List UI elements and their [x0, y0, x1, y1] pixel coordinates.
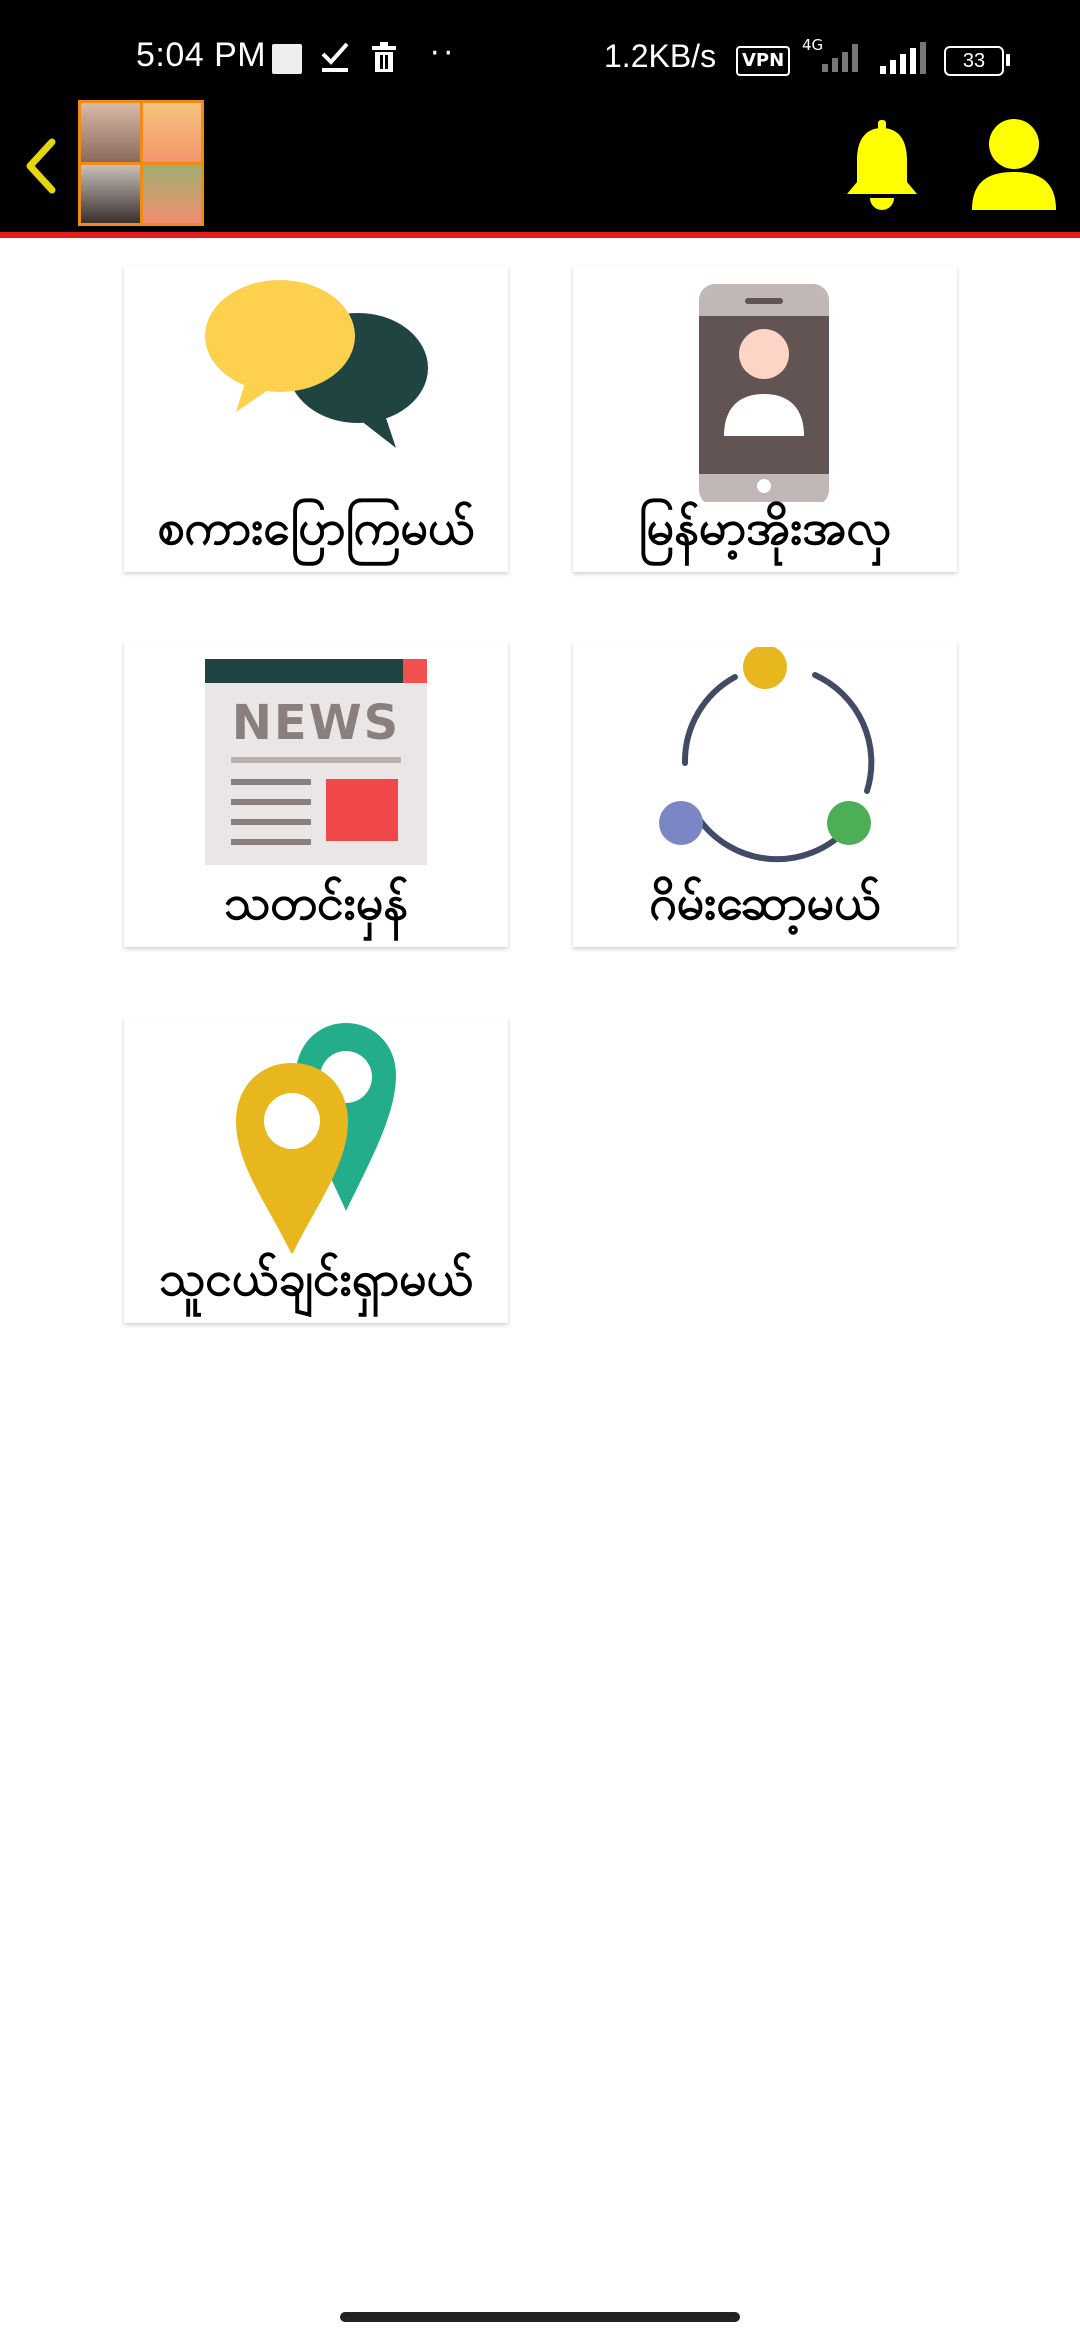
menu-tile-chat[interactable]: စကားပြောကြမယ် [124, 266, 508, 572]
tile-label: သတင်းမှန် [223, 875, 409, 931]
news-icon-text: NEWS [232, 695, 400, 751]
menu-tile-find-friends[interactable]: သူငယ်ချင်းရှာမယ် [124, 1017, 508, 1323]
screenshot-notification-icon [272, 44, 302, 74]
tile-label: မြန်မာ့အိုးအလှ [638, 500, 892, 556]
bell-icon [847, 120, 917, 210]
network-speed: 1.2KB/s [604, 38, 717, 74]
back-button[interactable] [18, 136, 62, 196]
tile-label: သူငယ်ချင်းရှာမယ် [158, 1251, 474, 1307]
battery-indicator: 33 [944, 46, 1004, 76]
notifications-button[interactable] [844, 120, 920, 212]
download-done-icon [320, 40, 350, 78]
more-notifications-icon: ·· [430, 36, 458, 71]
network-type-label: 4G [802, 36, 823, 54]
menu-tile-news[interactable]: NEWS သတင်းမှန် [124, 641, 508, 947]
chat-bubbles-icon [205, 280, 428, 448]
phone-contact-icon [699, 284, 829, 502]
user-icon [972, 119, 1056, 210]
menu-tile-contacts[interactable]: မြန်မာ့အိုးအလှ [573, 266, 957, 572]
home-indicator[interactable] [340, 2312, 740, 2322]
tile-label: စကားပြောကြမယ် [157, 500, 475, 556]
app-header [0, 100, 1080, 238]
status-time: 5:04 PM [136, 36, 267, 74]
menu-tile-game[interactable]: ဂိမ်းဆော့မယ် [573, 641, 957, 947]
tile-label: ဂိမ်းဆော့မယ် [649, 875, 881, 931]
trash-icon [370, 42, 398, 78]
news-icon: NEWS [205, 659, 427, 865]
battery-tip [1006, 54, 1010, 66]
status-bar: 5:04 PM ·· 1.2KB/s VPN 4G 33 [0, 0, 1080, 100]
vpn-badge: VPN [736, 46, 791, 76]
signal-icon [878, 42, 928, 80]
app-logo [78, 100, 204, 226]
chevron-left-icon [26, 138, 56, 194]
game-connect-icon [659, 647, 875, 863]
location-pins-icon [236, 1023, 396, 1253]
profile-button[interactable] [970, 118, 1058, 210]
signal-4g-icon: 4G [802, 36, 868, 80]
